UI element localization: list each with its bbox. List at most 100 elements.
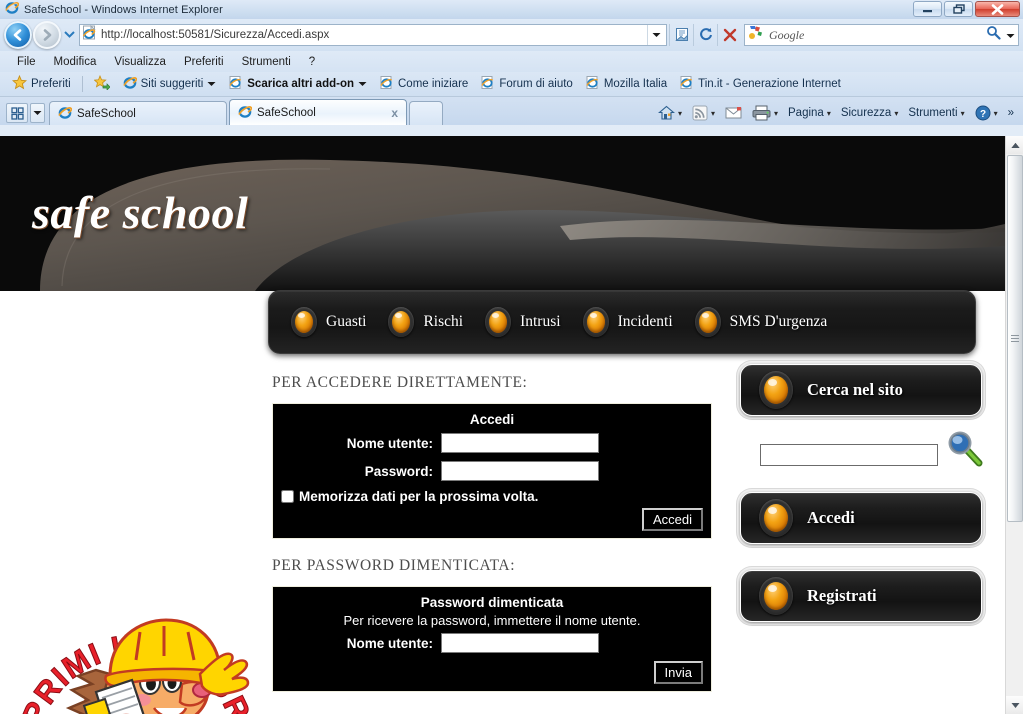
- svg-text:?: ?: [980, 109, 986, 120]
- command-sicurezza[interactable]: Sicurezza ▾: [836, 105, 904, 121]
- overflow-button[interactable]: »: [1003, 105, 1019, 121]
- compatibility-view-icon: [674, 28, 688, 41]
- feeds-button[interactable]: ▾: [687, 103, 720, 123]
- site-search-input[interactable]: [760, 444, 938, 466]
- tab-list-button[interactable]: [30, 103, 45, 123]
- page-favicon: [82, 24, 97, 45]
- overflow-label: »: [1007, 107, 1014, 119]
- chevron-down-icon: ▾: [773, 108, 778, 118]
- sidebar: Cerca nel sito Accedi Registrati: [740, 364, 990, 648]
- quick-tabs-button[interactable]: [6, 103, 28, 123]
- nav-label: Guasti: [326, 313, 367, 330]
- nav-item-incidenti[interactable]: Incidenti: [582, 307, 673, 337]
- forgot-username-input[interactable]: [441, 633, 599, 653]
- search-icon[interactable]: [986, 25, 1001, 45]
- forgot-button-row: Invia: [281, 661, 703, 684]
- tab-close-icon[interactable]: x: [391, 106, 398, 120]
- scrollbar-grip-icon: [1011, 335, 1019, 342]
- command-strumenti[interactable]: Strumenti ▾: [903, 105, 969, 121]
- scroll-down-button[interactable]: [1006, 696, 1023, 714]
- menu-item-modifica[interactable]: Modifica: [45, 54, 106, 70]
- favorites-button[interactable]: Preferiti: [6, 73, 77, 95]
- nav-item-rischi[interactable]: Rischi: [388, 307, 463, 337]
- favorites-label: Preferiti: [31, 78, 71, 90]
- login-box: Accedi Nome utente: Password: Memorizza …: [272, 403, 712, 539]
- chevron-down-icon: [358, 78, 367, 90]
- menu-item-preferiti[interactable]: Preferiti: [175, 54, 233, 70]
- tab-safeschool-2[interactable]: SafeSchool x: [229, 99, 407, 125]
- forgot-submit-button[interactable]: Invia: [653, 661, 703, 684]
- help-button[interactable]: ? ▾: [970, 103, 1003, 123]
- sidebar-panel-registrati[interactable]: Registrati: [740, 570, 982, 622]
- menu-item-strumenti[interactable]: Strumenti: [233, 54, 300, 70]
- magnifier-icon[interactable]: [945, 430, 985, 475]
- print-button[interactable]: ▾: [747, 103, 783, 123]
- home-icon: [657, 105, 675, 120]
- favorite-forum-di-aiuto[interactable]: Forum di aiuto: [475, 74, 579, 94]
- minimize-button[interactable]: [913, 1, 942, 17]
- nav-item-sms-durgenza[interactable]: SMS D'urgenza: [694, 307, 828, 337]
- url-dropdown-button[interactable]: [647, 25, 664, 45]
- menu-item-help[interactable]: ?: [300, 54, 324, 70]
- nav-item-intrusi[interactable]: Intrusi: [485, 307, 561, 337]
- page-viewport: safe school Guasti Rischi Intrusi Incide…: [0, 136, 1023, 714]
- home-button[interactable]: ▾: [653, 103, 687, 123]
- sidebar-panel-cerca-nel-sito[interactable]: Cerca nel sito: [740, 364, 982, 416]
- remember-me-checkbox[interactable]: [281, 490, 294, 503]
- scrollbar-thumb[interactable]: [1007, 155, 1023, 522]
- new-tab-button[interactable]: [409, 101, 443, 125]
- orange-bullet-icon: [388, 307, 415, 337]
- hedgehog-mascot-icon: PRIMI IN SICUREZZA: [2, 534, 257, 714]
- restore-icon: [952, 4, 965, 14]
- tab-safeschool-1[interactable]: SafeSchool: [49, 101, 227, 125]
- back-button[interactable]: [4, 21, 32, 49]
- mail-button[interactable]: [720, 104, 747, 122]
- nav-item-guasti[interactable]: Guasti: [291, 307, 366, 337]
- favorite-come-iniziare[interactable]: Come iniziare: [374, 74, 474, 94]
- menu-item-visualizza[interactable]: Visualizza: [105, 54, 175, 70]
- sidebar-panel-accedi[interactable]: Accedi: [740, 492, 982, 544]
- scroll-up-button[interactable]: [1006, 136, 1023, 154]
- favorite-tin-it[interactable]: Tin.it - Generazione Internet: [674, 74, 847, 94]
- add-to-favorites-bar-button[interactable]: [88, 73, 116, 95]
- favorite-scarica-altri-addon[interactable]: Scarica altri add-on: [223, 74, 373, 94]
- favorite-siti-suggeriti[interactable]: Siti suggeriti: [117, 74, 223, 94]
- favorite-mozilla-italia[interactable]: Mozilla Italia: [580, 74, 673, 94]
- restore-button[interactable]: [944, 1, 973, 17]
- chevron-down-icon: ▾: [894, 108, 899, 118]
- forgot-password-box: Password dimenticata Per ricevere la pas…: [272, 586, 712, 692]
- forgot-section-heading: PER PASSWORD DIMENTICATA:: [272, 557, 516, 574]
- internet-explorer-icon: [238, 105, 253, 121]
- command-pagina[interactable]: Pagina ▾: [783, 105, 836, 121]
- printer-icon: [752, 105, 771, 121]
- minimize-icon: [923, 10, 932, 13]
- stop-button[interactable]: [717, 24, 741, 46]
- chevron-down-icon: [652, 33, 660, 37]
- nav-label: SMS D'urgenza: [729, 313, 828, 330]
- refresh-button[interactable]: [693, 24, 717, 46]
- favorite-label: Mozilla Italia: [603, 78, 668, 90]
- menu-bar: File Modifica Visualizza Preferiti Strum…: [0, 51, 1023, 72]
- forgot-username-label: Nome utente:: [346, 635, 433, 651]
- chevron-down-icon: [63, 31, 75, 38]
- mascot-logo: PRIMI IN SICUREZZA: [2, 534, 259, 714]
- internet-explorer-icon: [481, 76, 495, 92]
- mail-icon: [725, 107, 742, 119]
- orange-bullet-icon: [759, 577, 793, 615]
- browser-search-box[interactable]: Google: [744, 24, 1019, 46]
- forward-button[interactable]: [33, 21, 61, 49]
- username-input[interactable]: [441, 433, 599, 453]
- vertical-scrollbar[interactable]: [1005, 136, 1023, 714]
- close-button[interactable]: [975, 1, 1020, 17]
- back-arrow-icon: [13, 29, 22, 41]
- login-submit-button[interactable]: Accedi: [641, 508, 703, 531]
- username-label: Nome utente:: [346, 435, 433, 451]
- recent-pages-dropdown[interactable]: [61, 30, 77, 40]
- password-input[interactable]: [441, 461, 599, 481]
- menu-item-file[interactable]: File: [8, 54, 45, 70]
- panel-label: Accedi: [807, 508, 855, 527]
- search-dropdown-button[interactable]: [1006, 26, 1015, 44]
- compatibility-view-button[interactable]: [669, 24, 693, 46]
- url-bar[interactable]: http://localhost:50581/Sicurezza/Accedi.…: [79, 24, 667, 46]
